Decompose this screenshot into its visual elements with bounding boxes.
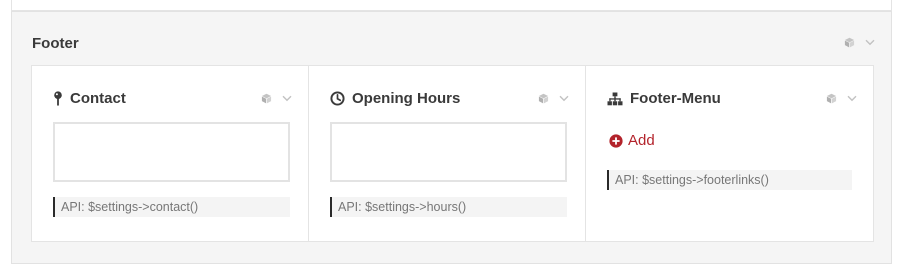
map-pin-icon — [54, 91, 62, 106]
opening-hours-title-label: Opening Hours — [352, 90, 461, 107]
add-button-label: Add — [628, 132, 655, 149]
cube-icon[interactable] — [538, 93, 549, 104]
plus-circle-icon — [609, 133, 623, 148]
cube-icon[interactable] — [261, 93, 272, 104]
panel-tools — [844, 37, 875, 48]
footer-menu-card: Footer-Menu Add API: $settings->footerli… — [586, 66, 873, 241]
footer-menu-title: Footer-Menu — [607, 90, 721, 107]
sitemap-icon — [607, 92, 623, 105]
opening-hours-card: Opening Hours API: $settings->hours() — [309, 66, 586, 241]
opening-hours-title: Opening Hours — [330, 90, 460, 107]
opening-hours-api-hint: API: $settings->hours() — [330, 197, 567, 217]
footer-cards: Contact API: $settings->contact() Openin… — [31, 65, 874, 242]
cube-icon[interactable] — [826, 93, 837, 104]
contact-api-hint: API: $settings->contact() — [53, 197, 290, 217]
cube-icon[interactable] — [844, 37, 855, 48]
contact-title-label: Contact — [70, 90, 126, 107]
contact-title: Contact — [53, 90, 126, 107]
opening-hours-tools — [538, 93, 569, 104]
panel-title: Footer — [32, 35, 79, 52]
footer-panel: Footer Contact API: $settings->contact()… — [11, 11, 892, 264]
add-button[interactable]: Add — [609, 132, 655, 149]
contact-tools — [261, 93, 292, 104]
chevron-down-icon[interactable] — [865, 39, 875, 46]
chevron-down-icon[interactable] — [282, 95, 292, 102]
chevron-down-icon[interactable] — [559, 95, 569, 102]
clock-icon — [330, 91, 345, 106]
footer-menu-title-label: Footer-Menu — [630, 90, 721, 107]
previous-panel-edge — [11, 0, 892, 11]
footer-menu-tools — [826, 93, 857, 104]
footer-menu-api-hint: API: $settings->footerlinks() — [607, 170, 852, 190]
contact-textarea[interactable] — [53, 122, 290, 182]
chevron-down-icon[interactable] — [847, 95, 857, 102]
contact-card: Contact API: $settings->contact() — [32, 66, 309, 241]
opening-hours-textarea[interactable] — [330, 122, 567, 182]
